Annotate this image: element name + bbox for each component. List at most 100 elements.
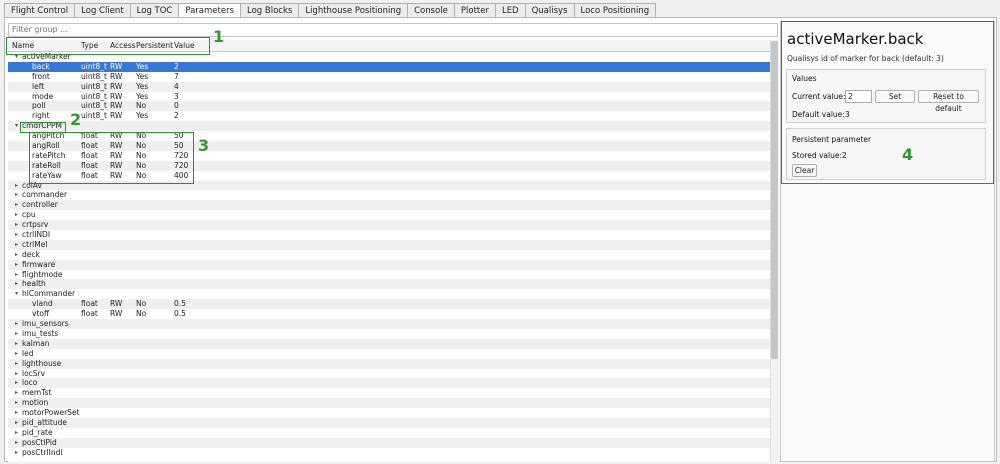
collapsed-arrow-icon[interactable]: ▸: [13, 181, 20, 191]
tree-group-row[interactable]: ▸ motion: [8, 398, 770, 409]
tab-qualisys[interactable]: Qualisys: [524, 3, 575, 18]
collapsed-arrow-icon[interactable]: ▸: [13, 190, 20, 200]
tree-group-row[interactable]: ▸ ctrlINDI: [8, 230, 770, 240]
collapsed-arrow-icon[interactable]: ▸: [13, 200, 20, 210]
parameter-tree[interactable]: Name Type Access Persistent Value ▾ activ…: [8, 40, 770, 462]
collapsed-arrow-icon[interactable]: ▸: [13, 378, 20, 388]
collapsed-arrow-icon[interactable]: ▸: [13, 260, 20, 270]
tree-param-row[interactable]: left uint8_t RW Yes 4: [8, 81, 770, 92]
tree-group-row[interactable]: ▸ lighthouse: [8, 358, 770, 369]
tree-group-row[interactable]: ▸ kalman: [8, 338, 770, 349]
collapsed-arrow-icon[interactable]: ▸: [13, 319, 20, 329]
collapsed-arrow-icon[interactable]: ▸: [13, 329, 20, 339]
collapsed-arrow-icon[interactable]: ▸: [13, 398, 20, 408]
annotation-label-3: 3: [198, 136, 210, 155]
tree-group-row[interactable]: ▾ hlCommander: [8, 289, 770, 299]
tab-loco-positioning[interactable]: Loco Positioning: [573, 3, 657, 18]
tab-log-client[interactable]: Log Client: [74, 3, 131, 18]
row-access: RW: [110, 71, 123, 81]
tree-param-row[interactable]: angRoll float RW No 50: [8, 141, 770, 151]
row-name: angPitch: [32, 131, 65, 141]
clear-button[interactable]: Clear: [792, 164, 817, 177]
tree-group-row[interactable]: ▸ cpu: [8, 210, 770, 220]
tree-group-row[interactable]: ▸ crtpsrv: [8, 220, 770, 231]
tree-group-row[interactable]: ▸ imu_sensors: [8, 319, 770, 329]
tree-param-row[interactable]: back uint8_t RW Yes 2: [8, 61, 770, 72]
tree-group-row[interactable]: ▸ firmware: [8, 259, 770, 270]
expanded-arrow-icon[interactable]: ▾: [13, 289, 20, 299]
reset-to-default-button[interactable]: Reset to default: [918, 90, 979, 113]
expanded-arrow-icon[interactable]: ▾: [13, 52, 20, 62]
collapsed-arrow-icon[interactable]: ▸: [13, 240, 20, 250]
tree-group-row[interactable]: ▸ pid_rate: [8, 428, 770, 438]
row-type: float: [81, 160, 98, 170]
tree-param-row[interactable]: poll uint8_t RW No 0: [8, 101, 770, 112]
column-header-persistent[interactable]: Persistent: [136, 40, 173, 52]
tab-console[interactable]: Console: [407, 3, 455, 18]
tree-param-row[interactable]: angPitch float RW No 50: [8, 131, 770, 141]
tree-group-row[interactable]: ▸ controller: [8, 200, 770, 211]
row-type: float: [81, 309, 98, 319]
tree-param-row[interactable]: vland float RW No 0.5: [8, 299, 770, 310]
row-name: health: [22, 279, 46, 289]
tree-group-row[interactable]: ▸ locSrv: [8, 369, 770, 379]
tree-param-row[interactable]: rateRoll float RW No 720: [8, 160, 770, 171]
tree-param-row[interactable]: rateYaw float RW No 400: [8, 171, 770, 181]
tree-group-row[interactable]: ▾ activeMarker: [8, 52, 770, 62]
set-button[interactable]: Set: [875, 90, 915, 103]
collapsed-arrow-icon[interactable]: ▸: [13, 438, 20, 448]
column-header-type[interactable]: Type: [81, 40, 109, 52]
tab-led[interactable]: LED: [494, 3, 526, 18]
tree-group-row[interactable]: ▸ health: [8, 279, 770, 290]
tree-param-row[interactable]: mode uint8_t RW Yes 3: [8, 92, 770, 102]
tree-group-row[interactable]: ▾ cmdrCPPM: [8, 121, 770, 132]
expanded-arrow-icon[interactable]: ▾: [13, 121, 20, 131]
column-header-value[interactable]: Value: [174, 40, 204, 52]
tree-group-row[interactable]: ▸ posCtlPid: [8, 437, 770, 448]
tab-lighthouse-positioning[interactable]: Lighthouse Positioning: [298, 3, 409, 18]
tree-param-row[interactable]: vtoff float RW No 0.5: [8, 309, 770, 319]
column-header-access[interactable]: Access: [110, 40, 137, 52]
filter-group-input[interactable]: Filter group ...: [8, 23, 778, 37]
tree-group-row[interactable]: ▸ memTst: [8, 388, 770, 398]
collapsed-arrow-icon[interactable]: ▸: [13, 408, 20, 418]
collapsed-arrow-icon[interactable]: ▸: [13, 250, 20, 260]
tree-group-row[interactable]: ▸ pid_attitude: [8, 417, 770, 428]
tab-plotter[interactable]: Plotter: [453, 3, 496, 18]
tree-group-row[interactable]: ▸ loco: [8, 378, 770, 389]
collapsed-arrow-icon[interactable]: ▸: [13, 349, 20, 359]
tree-group-row[interactable]: ▸ deck: [8, 250, 770, 260]
collapsed-arrow-icon[interactable]: ▸: [13, 339, 20, 349]
collapsed-arrow-icon[interactable]: ▸: [13, 388, 20, 398]
tree-group-row[interactable]: ▸ posCtrlIndi: [8, 448, 770, 458]
collapsed-arrow-icon[interactable]: ▸: [13, 448, 20, 458]
tree-group-row[interactable]: ▸ motorPowerSet: [8, 408, 770, 418]
collapsed-arrow-icon[interactable]: ▸: [13, 220, 20, 230]
collapsed-arrow-icon[interactable]: ▸: [13, 428, 20, 438]
tree-param-row[interactable]: right uint8_t RW Yes 2: [8, 111, 770, 121]
tree-group-row[interactable]: ▸ led: [8, 349, 770, 359]
collapsed-arrow-icon[interactable]: ▸: [13, 279, 20, 289]
tree-group-row[interactable]: ▸ imu_tests: [8, 329, 770, 339]
tab-flight-control[interactable]: Flight Control: [4, 3, 76, 18]
tree-param-row[interactable]: ratePitch float RW No 720: [8, 151, 770, 161]
collapsed-arrow-icon[interactable]: ▸: [13, 230, 20, 240]
tab-bar: Flight Control Log Client Log TOC Parameter…: [4, 3, 657, 19]
column-header-name[interactable]: Name: [12, 40, 80, 52]
current-value-input[interactable]: 2: [845, 90, 872, 103]
detail-title: activeMarker.back: [787, 30, 924, 48]
tree-group-row[interactable]: ▸ colAv: [8, 180, 770, 191]
tree-scrollbar-thumb[interactable]: [771, 41, 778, 359]
tab-log-toc[interactable]: Log TOC: [129, 3, 180, 18]
tab-log-blocks[interactable]: Log Blocks: [240, 3, 300, 18]
collapsed-arrow-icon[interactable]: ▸: [13, 270, 20, 280]
tree-group-row[interactable]: ▸ ctrlMel: [8, 239, 770, 250]
tree-group-row[interactable]: ▸ flightmode: [8, 270, 770, 280]
tree-param-row[interactable]: front uint8_t RW Yes 7: [8, 72, 770, 82]
collapsed-arrow-icon[interactable]: ▸: [13, 210, 20, 220]
row-name: firmware: [22, 259, 56, 269]
tree-group-row[interactable]: ▸ commander: [8, 190, 770, 200]
collapsed-arrow-icon[interactable]: ▸: [13, 369, 20, 379]
collapsed-arrow-icon[interactable]: ▸: [13, 359, 20, 369]
collapsed-arrow-icon[interactable]: ▸: [13, 418, 20, 428]
